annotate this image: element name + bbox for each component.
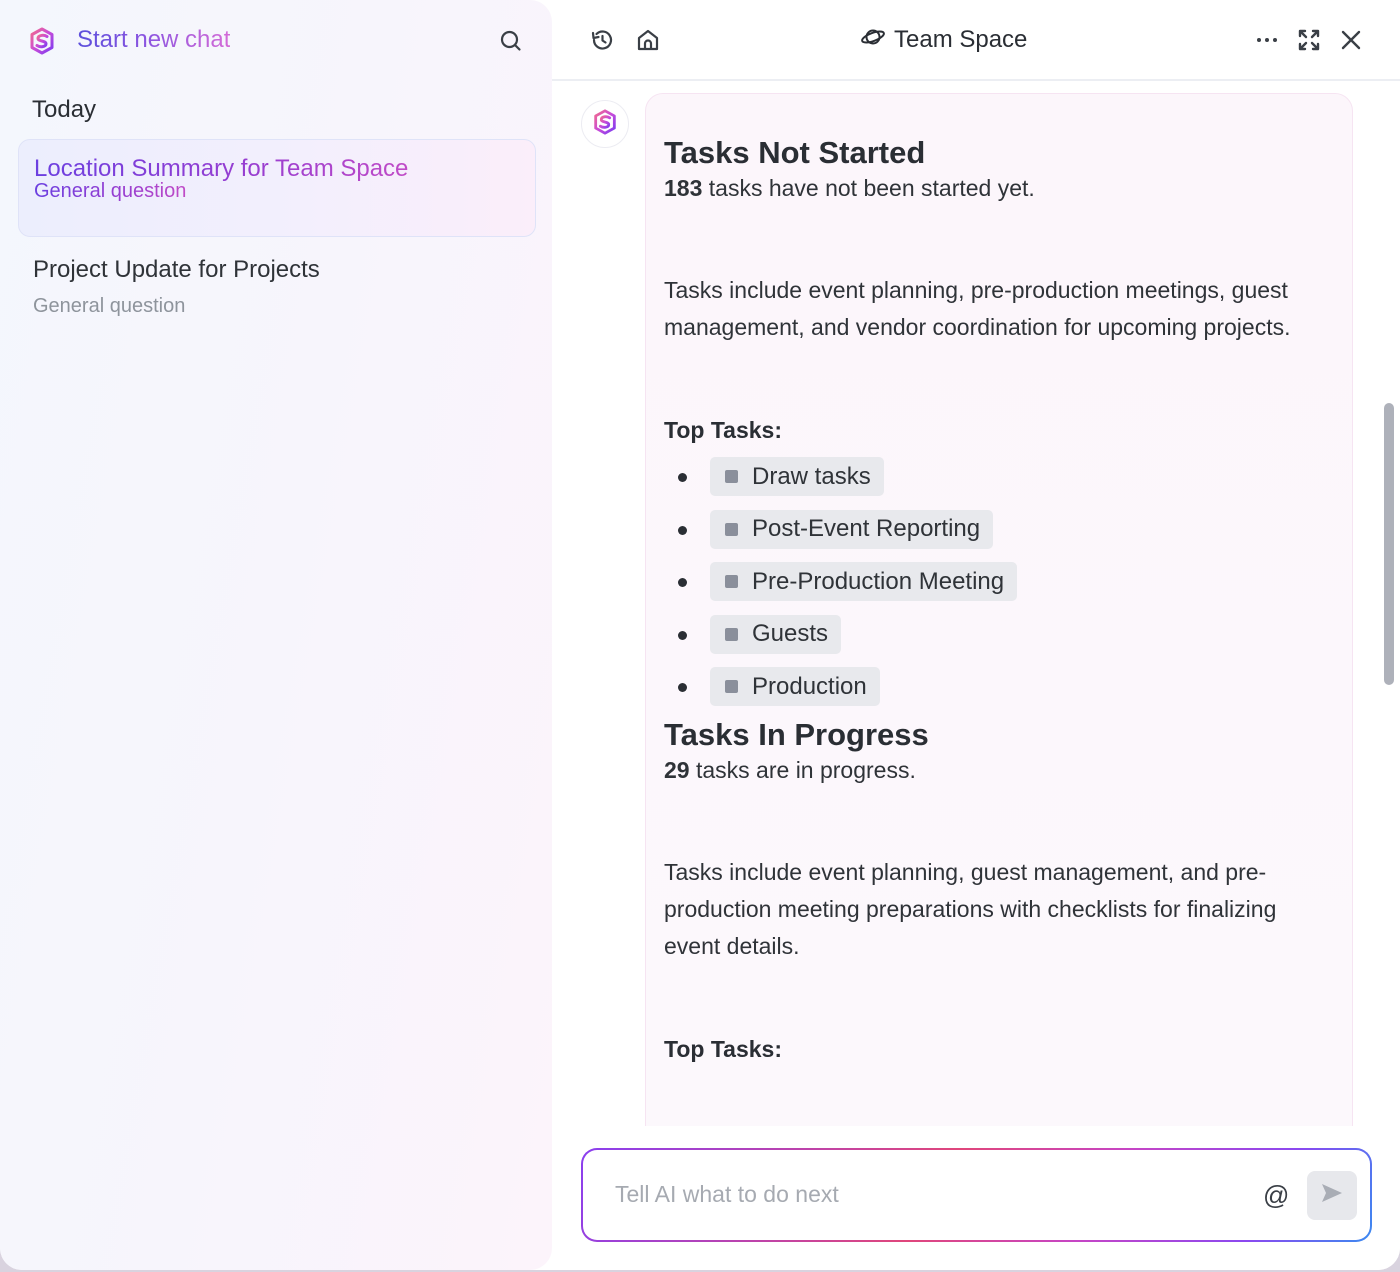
composer-box: @ [583, 1150, 1370, 1240]
task-status-icon [725, 680, 738, 693]
history-icon[interactable] [586, 24, 618, 56]
task-status-icon [725, 522, 738, 536]
message-list: Tasks Not Started 183 tasks have not bee… [552, 83, 1400, 1126]
chat-header: Team Space [552, 0, 1400, 81]
bullet [678, 683, 687, 692]
search-icon[interactable] [496, 26, 526, 56]
bullet [678, 525, 687, 535]
task-chip[interactable]: Post-Event Reporting [710, 509, 994, 549]
task-chip[interactable]: Production [710, 667, 880, 706]
start-new-chat-button[interactable]: Start new chat [77, 26, 230, 54]
top-tasks-label: Top Tasks: [664, 417, 782, 443]
sidebar: Start new chat Today Location Summary fo… [0, 0, 552, 1270]
prompt-input[interactable] [615, 1176, 1235, 1212]
chat-panel: Team Space Tasks Not Started 183 tasks h… [552, 0, 1400, 1270]
ai-message-bubble: Tasks Not Started 183 tasks have not bee… [645, 93, 1353, 1126]
chat-item-subtitle: General question [33, 295, 186, 317]
bullet [678, 473, 687, 482]
expand-icon[interactable] [1293, 24, 1325, 56]
task-list-item: Draw tasks [664, 457, 1334, 510]
summary-text: tasks are in progress. [689, 756, 916, 783]
chat-history-item[interactable]: Project Update for Projects General ques… [18, 241, 536, 339]
scrollbar-thumb[interactable] [1384, 403, 1394, 685]
task-name: Production [752, 672, 867, 700]
task-count: 183 [664, 175, 703, 201]
section-label-today: Today [32, 96, 97, 123]
task-list-item: Production [664, 667, 1334, 720]
task-status-icon [725, 575, 738, 588]
bullet [678, 578, 687, 587]
more-options-icon[interactable] [1251, 24, 1283, 56]
task-name: Guests [752, 620, 829, 647]
chat-history-item[interactable]: Location Summary for Team Space General … [18, 139, 536, 237]
ai-avatar [581, 100, 629, 148]
send-button[interactable] [1307, 1171, 1357, 1220]
section-heading: Tasks Not Started [664, 135, 926, 170]
task-list-item: Guests [664, 614, 1334, 668]
ai-brain-logo-icon [591, 108, 619, 141]
task-count: 29 [664, 756, 690, 783]
chat-item-subtitle: General question [34, 180, 187, 202]
ai-brain-logo-icon [27, 26, 57, 56]
task-status-icon [725, 470, 738, 483]
top-tasks-label: Top Tasks: [664, 1035, 782, 1062]
section-heading: Tasks In Progress [664, 716, 929, 752]
section-summary: 29 tasks are in progress. [664, 752, 1334, 789]
task-list-item: Pre-Production Meeting [664, 562, 1334, 615]
bullet [678, 630, 687, 640]
composer-border: @ [581, 1148, 1372, 1242]
top-tasks-list: Draw tasks Post-Event Reporting Pre-Prod… [664, 457, 1334, 720]
space-title: Team Space [860, 24, 1027, 56]
task-name: Post-Event Reporting [752, 515, 981, 542]
task-chip[interactable]: Guests [710, 614, 842, 654]
task-chip[interactable]: Pre-Production Meeting [710, 562, 1018, 601]
section-description: Tasks include event planning, guest mana… [664, 858, 1277, 959]
task-list-item: Post-Event Reporting [664, 509, 1334, 563]
chat-item-title: Project Update for Projects [33, 256, 320, 283]
section-summary: 183 tasks have not been started yet. [664, 170, 1334, 207]
task-status-icon [725, 627, 738, 641]
task-name: Draw tasks [752, 462, 871, 490]
home-icon[interactable] [632, 24, 664, 56]
composer: @ [581, 1148, 1372, 1242]
task-chip[interactable]: Draw tasks [710, 457, 884, 496]
planet-icon [860, 26, 886, 55]
ai-chat-window: Start new chat Today Location Summary fo… [0, 0, 1400, 1270]
summary-text: tasks have not been started yet. [702, 175, 1035, 201]
mention-button[interactable]: @ [1263, 1180, 1289, 1211]
send-icon [1319, 1180, 1345, 1211]
task-name: Pre-Production Meeting [752, 567, 1005, 595]
section-description: Tasks include event planning, pre-produc… [664, 277, 1291, 340]
sidebar-header: Start new chat [0, 0, 552, 82]
space-title-text: Team Space [894, 26, 1028, 53]
close-icon[interactable] [1335, 24, 1367, 56]
